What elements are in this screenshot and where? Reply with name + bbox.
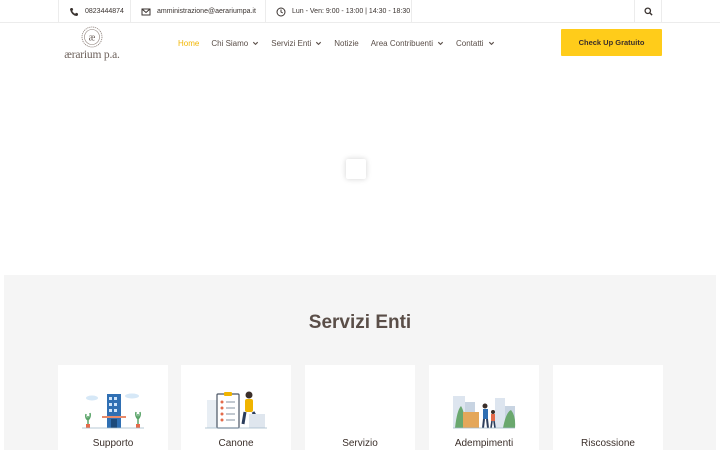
- search-icon: [643, 7, 653, 16]
- service-card-servizio[interactable]: Servizio: [305, 365, 415, 450]
- nav-home[interactable]: Home: [178, 39, 199, 48]
- phone-icon: [70, 7, 78, 16]
- chevron-down-icon: [488, 41, 494, 45]
- phone-number: 0823444874: [85, 8, 124, 15]
- service-card-label: Canone: [218, 438, 254, 449]
- envelope-icon: [141, 8, 151, 15]
- chevron-down-icon: [316, 41, 322, 45]
- site-header: æ ærarium p.a. Home Chi Siamo Servizi En…: [0, 23, 720, 68]
- search-button[interactable]: [634, 0, 662, 23]
- chevron-down-icon: [437, 41, 444, 45]
- city-people-illustration: [453, 396, 516, 429]
- services-section: Servizi Enti Supporto Canone Servizio Ad…: [4, 275, 716, 450]
- clipboard-person-illustration: [205, 391, 267, 429]
- nav-area-contribuenti-label: Area Contribuenti: [370, 38, 433, 48]
- check-up-button[interactable]: Check Up Gratuito: [561, 29, 662, 56]
- service-card-label: Riscossione: [581, 438, 635, 449]
- nav-contatti[interactable]: Contatti: [456, 39, 495, 48]
- logo-mark-letter: æ: [89, 33, 96, 44]
- logo-text: ærarium p.a.: [64, 49, 120, 61]
- logo[interactable]: æ ærarium p.a.: [60, 26, 124, 64]
- nav-servizi-enti[interactable]: Servizi Enti: [271, 39, 322, 48]
- service-card-adempimenti[interactable]: Adempimenti: [429, 365, 539, 450]
- hero-slider: [0, 68, 720, 275]
- nav-contatti-label: Contatti: [455, 38, 484, 48]
- service-card-canone[interactable]: Canone: [181, 365, 291, 450]
- top-bar: 0823444874 amministrazione@aerariumpa.it…: [0, 0, 720, 23]
- chevron-down-icon: [253, 41, 259, 45]
- nav-chi-siamo-label: Chi Siamo: [211, 38, 249, 48]
- section-title: Servizi Enti: [308, 312, 412, 333]
- service-card-label: Adempimenti: [454, 438, 514, 449]
- logo-mark: æ: [81, 26, 103, 48]
- email-contact[interactable]: amministrazione@aerariumpa.it: [131, 0, 266, 23]
- opening-hours: Lun - Ven: 9:00 - 13:00 | 14:30 - 18:30: [266, 0, 412, 23]
- nav-notizie-label: Notizie: [334, 38, 359, 48]
- nav-home-label: Home: [178, 38, 200, 48]
- email-address: amministrazione@aerariumpa.it: [157, 8, 256, 15]
- building-illustration: [82, 393, 144, 429]
- nav-area-contribuenti[interactable]: Area Contribuenti: [371, 39, 444, 48]
- clock-icon: [276, 7, 286, 16]
- nav-notizie[interactable]: Notizie: [334, 39, 358, 48]
- main-nav: Home Chi Siamo Servizi Enti Notizie Area…: [178, 36, 507, 50]
- nav-chi-siamo[interactable]: Chi Siamo: [211, 39, 259, 48]
- service-card-riscossione[interactable]: Riscossione: [553, 365, 663, 450]
- service-card-label: Servizio: [342, 438, 378, 449]
- service-card-supporto[interactable]: Supporto: [58, 365, 168, 450]
- nav-servizi-enti-label: Servizi Enti: [271, 38, 312, 48]
- loading-spinner: [346, 159, 366, 179]
- hours-text: Lun - Ven: 9:00 - 13:00 | 14:30 - 18:30: [292, 8, 411, 15]
- phone-contact[interactable]: 0823444874: [58, 0, 131, 23]
- service-card-label: Supporto: [92, 438, 134, 449]
